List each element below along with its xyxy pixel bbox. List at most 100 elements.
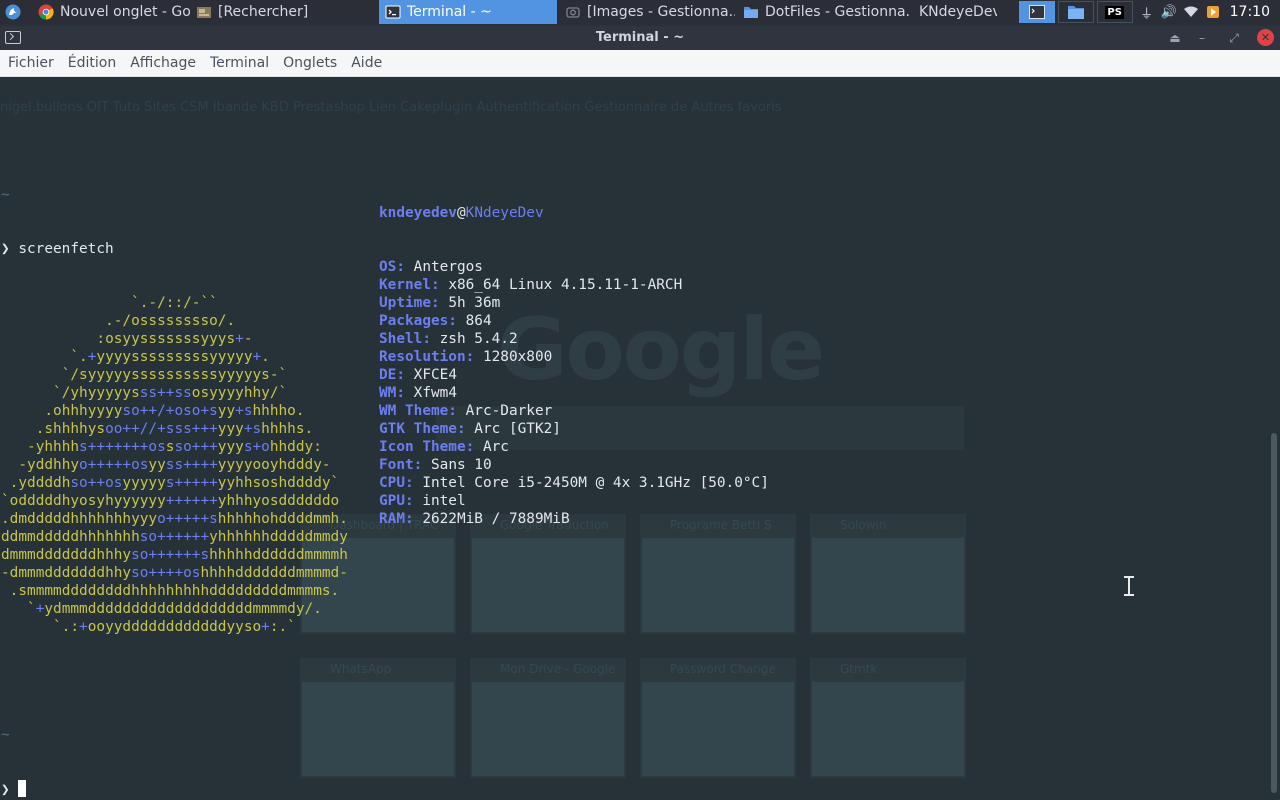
top-panel: Nouvel onglet - Goo... [Rechercher] Term… <box>0 0 1280 24</box>
menu-aide[interactable]: Aide <box>344 55 389 71</box>
info-key: WM: <box>379 385 405 401</box>
ascii-line: -yddhhyo+++++osyyss++++yyyyooyhdddy- <box>18 457 331 473</box>
scrollbar[interactable] <box>1268 78 1280 800</box>
info-row: Shell: zsh 5.4.2 <box>379 330 769 348</box>
info-key: Font: <box>379 457 423 473</box>
task-terminal[interactable]: Terminal - ~ <box>379 0 557 24</box>
phpstorm-launcher[interactable]: PS <box>1096 1 1133 23</box>
info-value: Intel Core i5-2450M @ 4x 3.1GHz [50.0°C] <box>413 475 769 491</box>
terminal-output: ~ ❯ screenfetch `.-/::/-`` .-/osssssssso… <box>1 78 348 800</box>
info-row: Icon Theme: Arc <box>379 438 769 456</box>
power-icon[interactable] <box>1202 0 1224 24</box>
window-titlebar[interactable]: Terminal - ~ ⏏ – ⤢ ✕ <box>0 26 1280 50</box>
info-row: Resolution: 1280x800 <box>379 348 769 366</box>
file-manager-icon <box>197 7 211 18</box>
task-search[interactable]: [Rechercher] <box>190 0 355 24</box>
volume-icon[interactable]: 🔊 <box>1158 0 1180 24</box>
terminal-area[interactable]: nigel.bullons OIT Tuto Sites CSM Ibande … <box>0 78 1280 800</box>
ghost-tile-thumbnail <box>812 682 964 776</box>
ascii-line: :osyysssssssyyys+- <box>96 331 253 347</box>
ghost-tile-thumbnail <box>812 538 964 632</box>
info-key: Shell: <box>379 331 431 347</box>
wifi-icon[interactable] <box>1180 0 1202 24</box>
prompt-symbol: ❯ <box>1 241 10 257</box>
info-row: Kernel: x86_64 Linux 4.15.11-1-ARCH <box>379 276 769 294</box>
phpstorm-icon: PS <box>1105 5 1124 19</box>
info-row: DE: XFCE4 <box>379 366 769 384</box>
window-title: Terminal - ~ <box>595 30 685 45</box>
task-chrome[interactable]: Nouvel onglet - Goo... <box>0 0 190 24</box>
ascii-line: `.-/::/-`` <box>131 295 218 311</box>
system-tray: PS ⏚ 🔊 17:10 <box>1018 0 1280 24</box>
info-value: 2622MiB / 7889MiB <box>413 511 570 527</box>
task-images[interactable]: [Images - Gestionna... <box>557 0 735 24</box>
ascii-line: -dmmmdddddddhhyso++++oshhhhdddddddmmmmd- <box>1 565 348 581</box>
chrome-icon <box>38 4 54 20</box>
ghost-tile-thumbnail <box>472 682 624 776</box>
task-label: Terminal - ~ <box>407 4 492 20</box>
maximize-button[interactable]: ⤢ <box>1225 29 1243 47</box>
info-rows: OS: Antergos Kernel: x86_64 Linux 4.15.11… <box>379 258 769 528</box>
menu-affichage[interactable]: Affichage <box>123 55 203 71</box>
image-viewer-icon <box>566 7 580 18</box>
ghost-tile: Solowin <box>810 514 966 634</box>
ghost-tile-label: Solowin <box>840 518 887 532</box>
shade-button[interactable]: ⏏ <box>1166 29 1184 47</box>
close-button[interactable]: ✕ <box>1257 29 1274 46</box>
info-key: Uptime: <box>379 295 440 311</box>
info-key: DE: <box>379 367 405 383</box>
ascii-line: .smmmmddddddddhhhhhhhhhdddddddddmmmms. <box>9 583 340 599</box>
ghost-tile-label: WhatsApp <box>330 662 392 676</box>
ghost-tile-label: Mon Drive - Google <box>500 662 616 676</box>
info-key: CPU: <box>379 475 414 491</box>
info-key: GPU: <box>379 493 414 509</box>
minimize-button[interactable]: – <box>1193 29 1211 47</box>
info-row: Packages: 864 <box>379 312 769 330</box>
command-text: screenfetch <box>18 241 114 257</box>
menu-fichier[interactable]: Fichier <box>1 55 61 71</box>
info-key: Packages: <box>379 313 457 329</box>
info-value: x86_64 Linux 4.15.11-1-ARCH <box>439 277 683 293</box>
info-key: GTK Theme: <box>379 421 466 437</box>
scrollbar-thumb[interactable] <box>1271 433 1277 793</box>
task-label: [Rechercher] <box>218 4 309 20</box>
info-row: RAM: 2622MiB / 7889MiB <box>379 510 769 528</box>
ascii-line: `.+yyyysssssssssyyyyy+. <box>70 349 270 365</box>
terminal-icon <box>385 5 401 19</box>
ascii-line: .yddddhso++osyyyyys+++++yyhhsoshddddy` <box>9 475 340 491</box>
task-label: [Images - Gestionna... <box>587 4 735 20</box>
task-dotfiles[interactable]: DotFiles - Gestionna... <box>735 0 911 24</box>
prompt-path-2: ~ <box>1 727 10 743</box>
info-row: CPU: Intel Core i5-2450M @ 4x 3.1GHz [50… <box>379 474 769 492</box>
files-launcher[interactable] <box>1057 1 1094 23</box>
info-value: Arc-Darker <box>456 403 553 419</box>
ghost-tile-label: Gtmtk <box>840 662 878 676</box>
info-key: Icon Theme: <box>379 439 475 455</box>
terminal-launcher[interactable] <box>1018 1 1055 23</box>
info-row: OS: Antergos <box>379 258 769 276</box>
text-cursor <box>18 780 27 797</box>
ghost-tile: Mon Drive - Google <box>470 658 626 778</box>
task-user[interactable]: KNdeyeDev <box>911 0 997 24</box>
files-launcher-icon <box>1067 6 1084 19</box>
info-row: Font: Sans 10 <box>379 456 769 474</box>
info-row: Uptime: 5h 36m <box>379 294 769 312</box>
menu-terminal[interactable]: Terminal <box>203 55 276 71</box>
info-row: GTK Theme: Arc [GTK2] <box>379 420 769 438</box>
usb-icon[interactable]: ⏚ <box>1136 0 1158 24</box>
clock[interactable]: 17:10 <box>1224 4 1280 20</box>
info-value: XFCE4 <box>405 367 457 383</box>
wifi-shape <box>1183 6 1198 17</box>
task-label: KNdeyeDev <box>919 4 997 20</box>
task-label: Nouvel onglet - Goo... <box>60 4 190 20</box>
ascii-line: .dmdddddhhhhhhhyyyo+++++shhhhhohddddmmh. <box>1 511 348 527</box>
ascii-line: dmmmdddddddhhhyso++++++shhhhhddddddmmmmh <box>1 547 348 563</box>
ascii-line: ddmmdddddhhhhhhhso++++++yhhhhhhdddddmmdy <box>1 529 348 545</box>
terminal-launcher-icon <box>1028 5 1045 19</box>
menu-edition[interactable]: Édition <box>61 55 123 71</box>
info-value: Sans 10 <box>422 457 492 473</box>
menu-onglets[interactable]: Onglets <box>276 55 344 71</box>
prompt-symbol-2: ❯ <box>1 782 10 798</box>
ghost-tile-label: Password Change <box>670 662 776 676</box>
info-value: Xfwm4 <box>405 385 457 401</box>
